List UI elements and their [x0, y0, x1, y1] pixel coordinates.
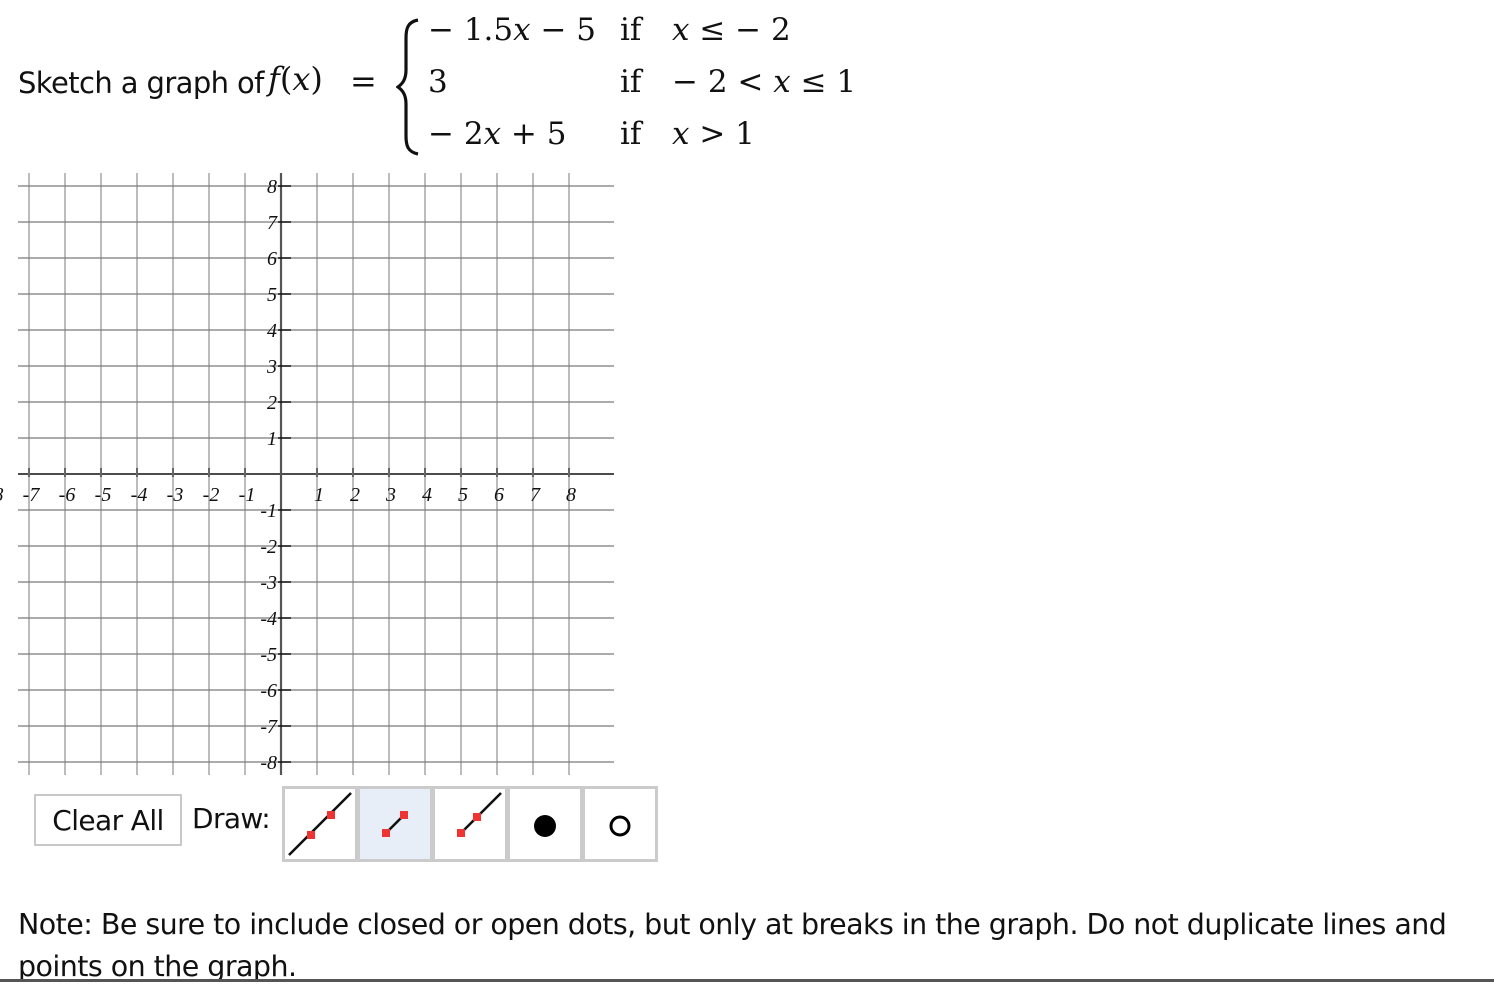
- x-tick-label: 7: [530, 484, 541, 506]
- y-tick-label: 6: [267, 248, 277, 270]
- x-tick-label: -7: [23, 484, 41, 506]
- x-tick-label: 1: [314, 484, 324, 506]
- draw-toolbar: [282, 786, 658, 862]
- x-tick-label: 5: [458, 484, 468, 506]
- y-tick-label: 5: [267, 284, 277, 306]
- tick-labels: -8 -7 -6 -5 -4 -3 -2 -1 1 2 3 4 5 6 7 8 8 7 6 5 4 3 2 1 -1 -2 -3 -4…: [0, 176, 576, 774]
- x-tick-label: 3: [385, 484, 396, 506]
- function-label: f(x): [268, 60, 323, 98]
- case-3-expression: − 2x + 5: [428, 116, 567, 152]
- tool-line-button[interactable]: [282, 786, 358, 862]
- case-2-condition: − 2 < x ≤ 1: [672, 64, 857, 100]
- y-tick-label: 8: [267, 176, 277, 198]
- x-tick-label: -6: [59, 484, 76, 506]
- x-tick-label: -2: [203, 484, 220, 506]
- function-variable: x: [292, 60, 311, 98]
- x-tick-label: -3: [167, 484, 184, 506]
- case-3-condition: x > 1: [672, 116, 755, 152]
- x-tick-label: -4: [131, 484, 148, 506]
- case-2-expression: 3: [428, 64, 448, 100]
- y-tick-label: 4: [267, 320, 277, 342]
- clear-all-button[interactable]: Clear All: [34, 794, 182, 846]
- y-tick-label: -2: [260, 536, 277, 558]
- y-tick-label: -1: [260, 500, 277, 522]
- y-tick-label: 1: [267, 428, 277, 450]
- x-tick-label: 8: [566, 484, 576, 506]
- ray-icon: [457, 792, 502, 837]
- x-tick-label: 4: [422, 484, 432, 506]
- tool-closed-dot-button[interactable]: [507, 786, 583, 862]
- case-3-if: if: [620, 116, 642, 152]
- y-tick-label: 2: [267, 392, 277, 414]
- case-2-if: if: [620, 64, 642, 100]
- case-1-expression: − 1.5x − 5: [428, 12, 597, 48]
- y-tick-label: 7: [267, 212, 278, 234]
- x-tick-label: -5: [95, 484, 112, 506]
- function-name: f: [268, 60, 280, 98]
- prompt-text: Sketch a graph of: [18, 66, 264, 100]
- y-tick-label: -7: [260, 716, 278, 738]
- tool-ray-button[interactable]: [432, 786, 508, 862]
- y-tick-label: -5: [260, 644, 277, 666]
- instructions-note: Note: Be sure to include closed or open …: [18, 908, 1447, 983]
- left-brace: [396, 18, 419, 156]
- x-tick-label: 6: [494, 484, 504, 506]
- y-tick-label: -6: [260, 680, 277, 702]
- y-tick-label: -4: [260, 608, 277, 630]
- x-tick-label: -8: [0, 484, 3, 506]
- equals-sign: =: [350, 62, 377, 100]
- closed-dot-icon: [534, 815, 556, 837]
- tool-segment-button[interactable]: [357, 786, 433, 862]
- y-tick-label: 3: [266, 356, 277, 378]
- case-1-if: if: [620, 12, 642, 48]
- open-dot-icon: [609, 815, 631, 837]
- case-1-condition: x ≤ − 2: [672, 12, 791, 48]
- y-tick-label: -3: [260, 572, 277, 594]
- line-icon: [288, 792, 352, 856]
- tool-open-dot-button[interactable]: [582, 786, 658, 862]
- x-tick-label: -1: [239, 484, 256, 506]
- segment-icon: [382, 811, 408, 837]
- draw-label: Draw:: [192, 802, 271, 835]
- y-tick-label: -8: [260, 752, 277, 774]
- x-tick-label: 2: [350, 484, 360, 506]
- graph-canvas[interactable]: -8 -7 -6 -5 -4 -3 -2 -1 1 2 3 4 5 6 7 8 8 7 6 5 4 3 2 1 -1 -2 -3 -4…: [0, 165, 640, 780]
